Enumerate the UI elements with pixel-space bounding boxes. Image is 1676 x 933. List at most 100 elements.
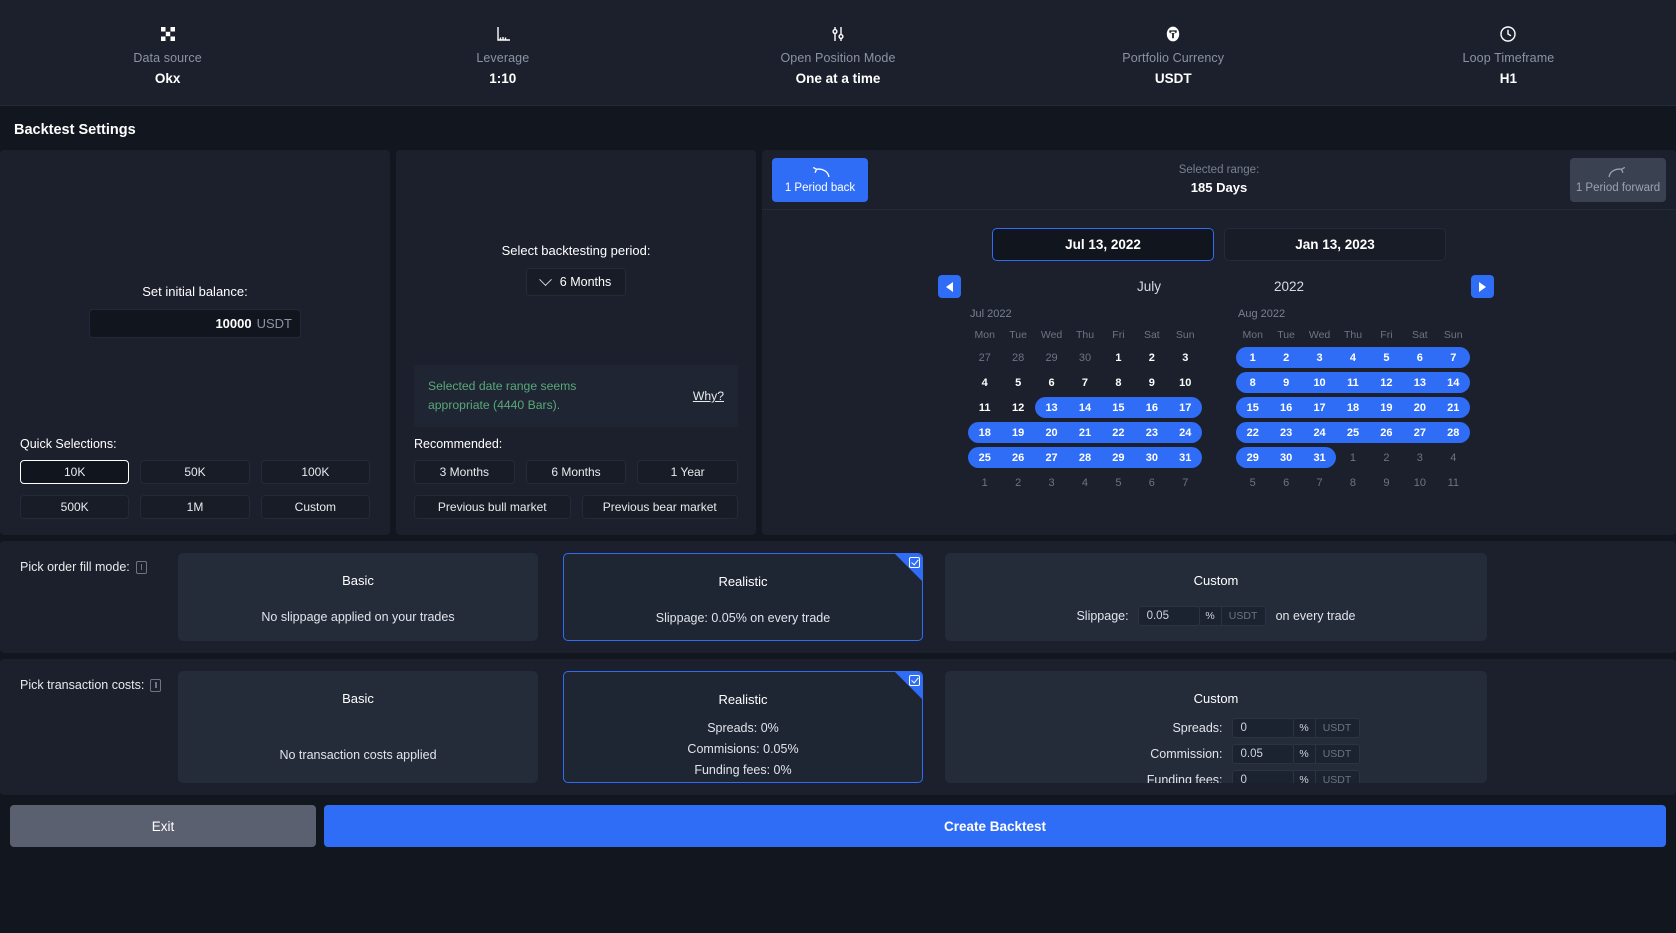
calendar-day[interactable]: 11	[1336, 372, 1369, 393]
period-forward-button[interactable]: 1 Period forward	[1570, 157, 1666, 202]
recommended-1-year[interactable]: 1 Year	[637, 460, 738, 484]
calendar-day[interactable]: 6	[1135, 472, 1168, 493]
calendar-day[interactable]: 9	[1370, 472, 1403, 493]
recommended-previous-bear-market[interactable]: Previous bear market	[581, 495, 738, 519]
calendar-day[interactable]: 1	[1236, 347, 1269, 368]
calendar-day[interactable]: 17	[1169, 397, 1202, 418]
costs-custom-spreads-percent[interactable]: %	[1293, 718, 1316, 738]
quick-balance-500k[interactable]: 500K	[20, 495, 130, 519]
calendar-day[interactable]: 8	[1336, 472, 1369, 493]
start-date-input[interactable]: Jul 13, 2022	[992, 228, 1214, 261]
calendar-day[interactable]: 3	[1169, 347, 1202, 368]
calendar-day[interactable]: 20	[1403, 397, 1436, 418]
period-select[interactable]: 6 Months	[525, 268, 627, 297]
calendar-day[interactable]: 20	[1035, 422, 1068, 443]
calendar-day[interactable]: 6	[1035, 372, 1068, 393]
custom-slippage-input[interactable]: 0.05	[1137, 606, 1200, 626]
calendar-day[interactable]: 9	[1135, 372, 1168, 393]
calendar-day[interactable]: 10	[1303, 372, 1336, 393]
info-icon[interactable]	[135, 560, 147, 574]
calendar-day[interactable]: 21	[1437, 397, 1470, 418]
calendar-day[interactable]: 16	[1269, 397, 1302, 418]
calendar-day[interactable]: 25	[968, 447, 1001, 468]
calendar-day[interactable]: 4	[1068, 472, 1101, 493]
calendar-day[interactable]: 25	[1336, 422, 1369, 443]
calendar-day[interactable]: 11	[968, 397, 1001, 418]
calendar-day[interactable]: 13	[1403, 372, 1436, 393]
calendar-day[interactable]: 15	[1102, 397, 1135, 418]
calendar-day[interactable]: 24	[1303, 422, 1336, 443]
calendar-day[interactable]: 2	[1269, 347, 1302, 368]
calendar-day[interactable]: 14	[1437, 372, 1470, 393]
calendar-day[interactable]: 10	[1403, 472, 1436, 493]
calendar-day[interactable]: 27	[1403, 422, 1436, 443]
calendar-day[interactable]: 6	[1269, 472, 1302, 493]
calendar-day[interactable]: 15	[1236, 397, 1269, 418]
calendar-day[interactable]: 5	[1001, 372, 1034, 393]
calendar-day[interactable]: 23	[1269, 422, 1302, 443]
calendar-day[interactable]: 26	[1370, 422, 1403, 443]
calendar-day[interactable]: 7	[1437, 347, 1470, 368]
calendar-day[interactable]: 6	[1403, 347, 1436, 368]
costs-custom-commission-input[interactable]: 0.05	[1231, 744, 1294, 764]
why-link[interactable]: Why?	[693, 389, 724, 403]
quick-balance-custom[interactable]: Custom	[260, 495, 370, 519]
calendar-day[interactable]: 11	[1437, 472, 1470, 493]
costs-custom-spreads-input[interactable]: 0	[1231, 718, 1294, 738]
calendar-day[interactable]: 28	[1001, 347, 1034, 368]
calendar-day[interactable]: 22	[1236, 422, 1269, 443]
calendar-day[interactable]: 3	[1403, 447, 1436, 468]
calendar-day[interactable]: 28	[1437, 422, 1470, 443]
costs-custom-funding-input[interactable]: 0	[1231, 770, 1294, 783]
calendar-day[interactable]: 4	[1336, 347, 1369, 368]
calendar-day[interactable]: 5	[1236, 472, 1269, 493]
calendar-day[interactable]: 28	[1068, 447, 1101, 468]
recommended-previous-bull-market[interactable]: Previous bull market	[414, 495, 571, 519]
calendar-day[interactable]: 5	[1370, 347, 1403, 368]
calendar-day[interactable]: 27	[1035, 447, 1068, 468]
costs-custom-funding-percent[interactable]: %	[1293, 770, 1316, 783]
calendar-day[interactable]: 3	[1303, 347, 1336, 368]
end-date-input[interactable]: Jan 13, 2023	[1224, 228, 1446, 261]
calendar-day[interactable]: 8	[1102, 372, 1135, 393]
calendar-day[interactable]: 3	[1035, 472, 1068, 493]
calendar-day[interactable]: 8	[1236, 372, 1269, 393]
custom-slippage-currency-unit[interactable]: USDT	[1221, 606, 1266, 626]
calendar-day[interactable]: 27	[968, 347, 1001, 368]
calendar-day[interactable]: 23	[1135, 422, 1168, 443]
calendar-day[interactable]: 21	[1068, 422, 1101, 443]
fill-mode-basic-card[interactable]: Basic No slippage applied on your trades	[178, 553, 538, 641]
calendar-day[interactable]: 19	[1001, 422, 1034, 443]
calendar-day[interactable]: 1	[1336, 447, 1369, 468]
create-backtest-button[interactable]: Create Backtest	[324, 805, 1666, 847]
calendar-day[interactable]: 29	[1035, 347, 1068, 368]
costs-custom-commission-percent[interactable]: %	[1293, 744, 1316, 764]
calendar-day[interactable]: 2	[1370, 447, 1403, 468]
calendar-day[interactable]: 10	[1169, 372, 1202, 393]
calendar-day[interactable]: 22	[1102, 422, 1135, 443]
info-icon[interactable]	[150, 678, 162, 692]
quick-balance-1m[interactable]: 1M	[140, 495, 250, 519]
calendar-day[interactable]: 30	[1068, 347, 1101, 368]
calendar-day[interactable]: 24	[1169, 422, 1202, 443]
calendar-day[interactable]: 2	[1135, 347, 1168, 368]
calendar-day[interactable]: 18	[1336, 397, 1369, 418]
recommended-6-months[interactable]: 6 Months	[525, 460, 627, 484]
calendar-day[interactable]: 16	[1135, 397, 1168, 418]
calendar-day[interactable]: 19	[1370, 397, 1403, 418]
calendar-day[interactable]: 14	[1068, 397, 1101, 418]
costs-custom-card[interactable]: Custom Spreads: 0 % USDT Commission: 0.0…	[945, 671, 1487, 783]
calendar-day[interactable]: 4	[968, 372, 1001, 393]
calendar-day[interactable]: 31	[1169, 447, 1202, 468]
calendar-year[interactable]: 2022	[1219, 279, 1359, 294]
custom-slippage-percent-unit[interactable]: %	[1199, 606, 1222, 626]
fill-mode-custom-card[interactable]: Custom Slippage: 0.05 % USDT on every tr…	[945, 553, 1487, 641]
calendar-month[interactable]: July	[1079, 279, 1219, 294]
calendar-day[interactable]: 30	[1269, 447, 1302, 468]
costs-custom-commission-currency[interactable]: USDT	[1315, 744, 1360, 764]
calendar-day[interactable]: 4	[1437, 447, 1470, 468]
balance-input[interactable]: 10000 USDT	[89, 308, 301, 338]
next-month-button[interactable]	[1471, 275, 1494, 298]
calendar-day[interactable]: 1	[968, 472, 1001, 493]
calendar-day[interactable]: 7	[1068, 372, 1101, 393]
